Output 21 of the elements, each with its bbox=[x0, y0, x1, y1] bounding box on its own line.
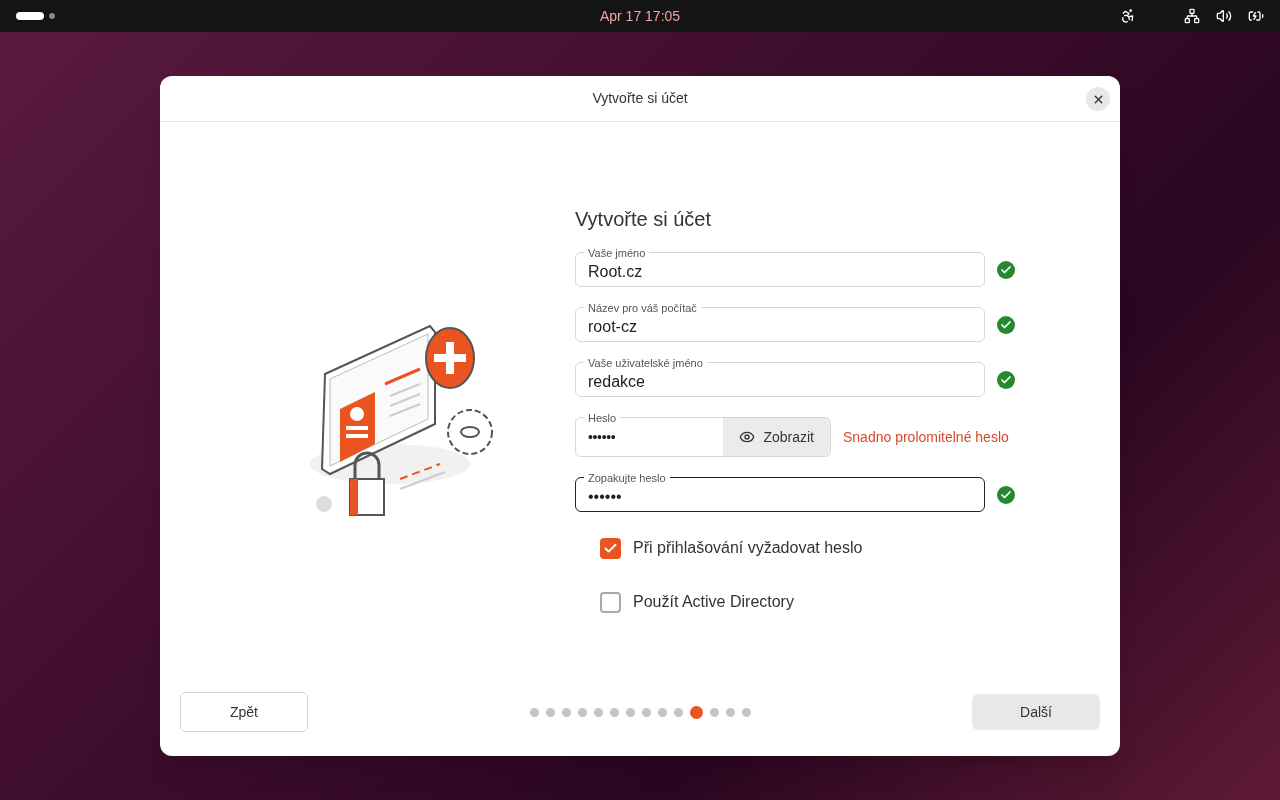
window-title: Vytvořte si účet bbox=[592, 89, 688, 108]
clock[interactable]: Apr 17 17:05 bbox=[599, 5, 681, 27]
next-button[interactable]: Další bbox=[972, 694, 1100, 730]
accessibility-icon[interactable] bbox=[1120, 8, 1136, 24]
back-button[interactable]: Zpět bbox=[180, 692, 308, 732]
eye-icon bbox=[739, 429, 756, 445]
workspace-indicator-icon[interactable] bbox=[16, 11, 56, 21]
password-strength-text: Snadno prolomitelné heslo bbox=[843, 427, 1009, 447]
checkbox[interactable] bbox=[600, 591, 621, 613]
volume-icon[interactable] bbox=[1216, 8, 1232, 24]
show-password-button[interactable]: Zobrazit bbox=[723, 418, 830, 456]
form-heading: Vytvořte si účet bbox=[575, 207, 712, 232]
battery-icon[interactable] bbox=[1248, 8, 1264, 24]
field-value: •••••• bbox=[588, 486, 622, 507]
checkbox-label: Použít Active Directory bbox=[633, 592, 794, 612]
close-button[interactable] bbox=[1086, 87, 1110, 111]
checkbox[interactable] bbox=[600, 537, 621, 559]
checkbox-label: Při přihlašování vyžadovat heslo bbox=[633, 538, 863, 558]
network-icon[interactable] bbox=[1184, 8, 1200, 24]
field-value: redakce bbox=[588, 371, 645, 392]
field-value: Root.cz bbox=[588, 261, 643, 282]
